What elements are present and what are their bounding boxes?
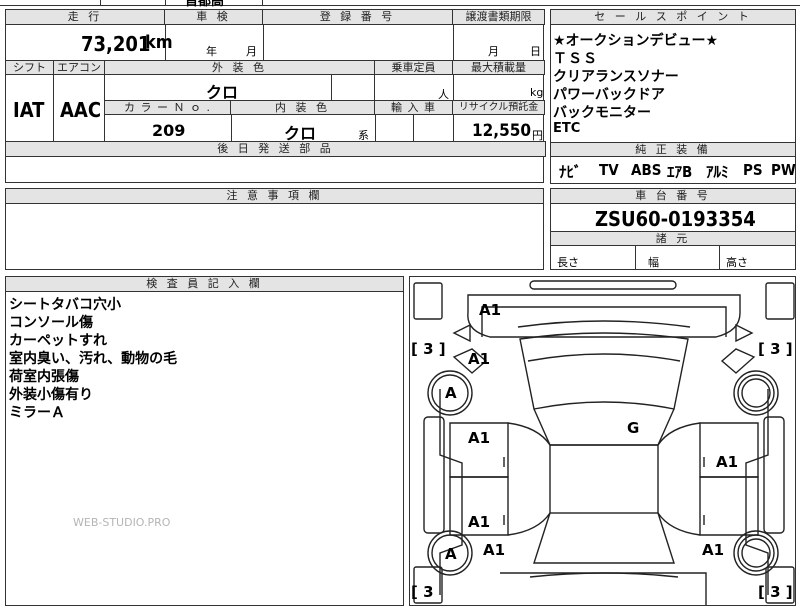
mark-left-rear: A1 <box>483 541 506 559</box>
selling-point-5: バックモニター <box>553 105 651 121</box>
mileage-value: 73,201 <box>81 32 151 56</box>
equipment-pw: PW <box>771 161 796 179</box>
inspector-note-6: 外装小傷有り <box>9 387 93 403</box>
equipment-abs: ABS <box>631 161 662 179</box>
dimension-height: 高さ <box>726 256 748 269</box>
dimension-width: 幅 <box>648 256 659 269</box>
inspector-note-4: 室内臭い、汚れ、動物の毛 <box>9 351 178 367</box>
chassis-box: 車 台 番 号 ZSU60-0193354 諸 元 長さ 幅 高さ <box>550 188 796 270</box>
color-no-label: カ ラ ー Ｎ ｏ . <box>104 100 231 115</box>
equipment-label: 純 正 装 備 <box>550 142 796 157</box>
exterior-color-label: 外 装 色 <box>104 60 375 75</box>
recycle-label: リサイクル預託金 <box>452 100 545 115</box>
transfer-month-unit: 月 <box>488 45 499 58</box>
selling-point-6: ETC <box>553 121 581 136</box>
watermark: WEB-STUDIO.PRO <box>73 516 171 529</box>
mark-roof: G <box>627 419 640 437</box>
import-label: 輸 入 車 <box>374 100 453 115</box>
shift-value: IAT <box>13 98 45 122</box>
equipment-tv: TV <box>599 161 619 179</box>
inspection-year-unit: 年 <box>206 45 217 58</box>
selling-point-3: クリアランスソナー <box>553 69 679 85</box>
car-damage-diagram: A1 A1 A A1 A1 A A1 G A1 A1 [ 3 ] [ 3 ] [… <box>409 276 796 606</box>
equipment-navi: ﾅﾋﾞ <box>559 163 582 181</box>
equipment-alloy: ｱﾙﾐ <box>706 163 729 181</box>
chassis-label: 車 台 番 号 <box>550 188 796 204</box>
mark-front-left: A1 <box>468 350 491 368</box>
mileage-label: 走 行 <box>5 9 165 25</box>
selling-point-2: ＴＳＳ <box>553 51 598 67</box>
selling-points-box: セ ー ル ス ポ イ ン ト ★オークションデビュー★ ＴＳＳ クリアランスソ… <box>550 9 796 184</box>
capacity-label: 乗車定員 <box>374 60 453 75</box>
chassis-number: ZSU60-0193354 <box>595 207 756 231</box>
mark-bl-bracket: [ 3 <box>411 583 434 601</box>
selling-point-1: ★オークションデビュー★ <box>553 33 719 49</box>
mark-right-rear: A1 <box>702 541 725 559</box>
notes-box: 注 意 事 項 欄 <box>5 188 544 270</box>
equipment-airbag: ｴｱB <box>667 163 693 181</box>
dimensions-label: 諸 元 <box>550 231 796 246</box>
equipment-ps: PS <box>743 161 763 179</box>
mark-left-wheel-front: A <box>445 384 457 402</box>
dimension-length: 長さ <box>557 256 579 269</box>
mark-tr-bracket: [ 3 ] <box>758 340 793 358</box>
mark-right-door: A1 <box>716 453 739 471</box>
mark-tl-bracket: [ 3 ] <box>411 340 446 358</box>
recycle-amount: 12,550 <box>472 121 532 141</box>
inspection-label: 車 検 <box>164 9 263 25</box>
inspection-month-unit: 月 <box>246 45 257 58</box>
max-load-label: 最大積載量 <box>452 60 545 75</box>
inspector-note-3: カーペットすれ <box>9 333 107 349</box>
mark-front: A1 <box>479 301 502 319</box>
vehicle-info-grid: 走 行 車 検 登 録 番 号 譲渡書類期限 73,201 km 年 月 月 日… <box>5 9 546 183</box>
shift-label: シフト <box>5 60 54 75</box>
transfer-day-unit: 日 <box>530 45 541 58</box>
aircon-label: エアコン <box>53 60 105 75</box>
top-strip: 首都高 <box>0 0 800 9</box>
inspector-note-2: コンソール傷 <box>9 315 93 331</box>
aircon-value: AAC <box>60 98 102 122</box>
top-strip-text: 首都高 <box>185 0 225 9</box>
transfer-deadline-label: 譲渡書類期限 <box>452 9 545 25</box>
mark-left-rear-door: A1 <box>468 513 491 531</box>
selling-point-4: パワーバックドア <box>553 87 665 103</box>
interior-color-label: 内 装 色 <box>230 100 375 115</box>
later-parts-label: 後 日 発 送 部 品 <box>5 141 546 157</box>
color-no-value: 209 <box>152 121 186 140</box>
mark-left-wheel-rear: A <box>445 545 457 563</box>
load-unit: kg <box>530 86 544 99</box>
selling-points-label: セ ー ル ス ポ イ ン ト <box>550 9 796 25</box>
registration-label: 登 録 番 号 <box>262 9 453 25</box>
notes-label: 注 意 事 項 欄 <box>5 188 544 204</box>
inspector-note-1: シートタバコ穴小 <box>9 297 121 313</box>
mark-br-bracket: [ 3 ] <box>758 583 793 601</box>
mileage-unit: km <box>145 32 173 53</box>
inspector-note-7: ミラーＡ <box>9 405 65 421</box>
inspector-note-5: 荷室内張傷 <box>9 369 79 385</box>
inspector-box: 検 査 員 記 入 欄 シートタバコ穴小 コンソール傷 カーペットすれ 室内臭い… <box>5 276 404 606</box>
mark-left-front-door: A1 <box>468 429 491 447</box>
inspector-label: 検 査 員 記 入 欄 <box>5 276 404 292</box>
